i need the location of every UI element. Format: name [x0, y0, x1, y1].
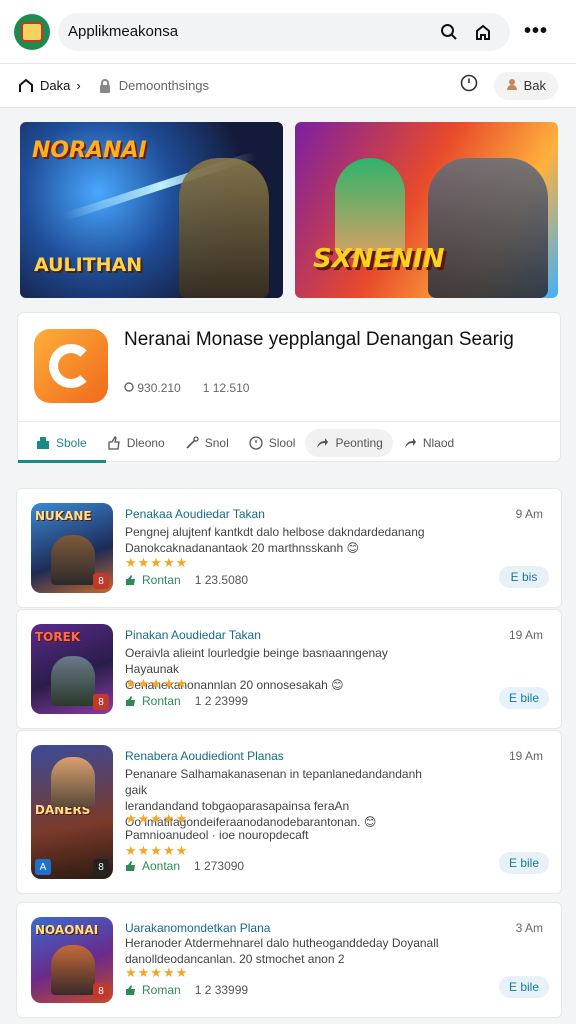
post-title[interactable]: Renabera Aoudiediont Planas	[125, 749, 284, 763]
app-badge-icon: A	[35, 859, 51, 875]
app-icon[interactable]	[34, 329, 108, 403]
breadcrumb-bar: Daka › Demoonthsings Bak	[0, 64, 576, 108]
post-description: Pengnej alujtenf kantkdt dalo helbose da…	[125, 525, 425, 555]
app-tabs: Sbole Dleono Snol Slool Peonting Nlaod	[18, 421, 560, 463]
tab-sbole[interactable]: Sbole	[26, 429, 97, 457]
share-icon	[317, 437, 329, 448]
post-time: 19 Am	[508, 628, 543, 642]
banner-2-title: SXNENIN	[313, 244, 445, 274]
tab-peonting[interactable]: Peonting	[305, 428, 393, 457]
list-item[interactable]: TOREK 8 Pinakan Aoudiedar Takan 19 Am Oe…	[16, 609, 562, 729]
list-item[interactable]: DANERS A 8 Renabera Aoudiediont Planas 1…	[16, 730, 562, 894]
like-icon	[126, 985, 135, 995]
banner-1[interactable]: NORANAI AULITHAN	[20, 122, 283, 298]
banner-carousel: NORANAI AULITHAN SXNENIN	[20, 122, 558, 298]
breadcrumb-home[interactable]: Daka ›	[18, 78, 81, 94]
app-logo[interactable]	[14, 13, 50, 50]
star-rating: ★★★★★	[125, 965, 189, 980]
badge-icon: 8	[93, 694, 109, 710]
more-icon[interactable]: •••	[524, 20, 548, 43]
status-label: Roman	[125, 983, 181, 997]
post-extra: Pamnioanudeol · ioe nouropdecaft	[125, 828, 309, 842]
user-icon	[506, 78, 518, 93]
post-action-button[interactable]: E bile	[499, 976, 549, 998]
search-icon[interactable]	[432, 15, 466, 49]
post-title[interactable]: Pinakan Aoudiedar Takan	[125, 628, 261, 642]
post-meta: Roman 1 2 33999	[125, 983, 248, 997]
post-action-button[interactable]: E bis	[499, 566, 549, 588]
breadcrumb-home-label: Daka	[40, 78, 71, 93]
post-time: 3 Am	[515, 921, 543, 935]
post-title[interactable]: Penakaa Aoudiedar Takan	[125, 507, 265, 521]
post-meta: Rontan 1 23.5080	[125, 573, 248, 587]
post-time: 19 Am	[508, 749, 543, 763]
post-meta: Aontan 1 273090	[125, 859, 244, 873]
banner-2[interactable]: SXNENIN	[295, 122, 558, 298]
post-count: 1 2 23999	[194, 694, 249, 708]
share-icon	[404, 437, 416, 448]
app-meta-count: 1 12.510	[202, 381, 250, 395]
status-label: Aontan	[125, 859, 180, 873]
post-count: 1 23.5080	[194, 573, 249, 587]
status-label: Rontan	[125, 573, 181, 587]
clock-icon	[124, 382, 134, 392]
star-rating-secondary: ★★★★★	[125, 843, 189, 858]
armored-figure	[428, 158, 548, 298]
badge-icon: 8	[93, 983, 109, 999]
breadcrumb-separator: ›	[76, 78, 81, 93]
star-rating: ★★★★★	[125, 555, 189, 570]
badge-icon: 8	[93, 573, 109, 589]
tab-nlaod[interactable]: Nlaod	[393, 429, 464, 457]
banner-1-title-top: NORANAI	[32, 138, 147, 163]
like-icon	[126, 861, 135, 871]
top-bar: Applikmeakonsa •••	[0, 0, 576, 64]
post-meta: Rontan 1 2 23999	[125, 694, 248, 708]
user-pill-label: Bak	[523, 78, 546, 93]
tab-slool[interactable]: Slool	[239, 429, 306, 457]
app-meta: 930.210 1 12.510	[124, 381, 249, 395]
post-thumbnail[interactable]: NUKANE 8	[31, 503, 113, 593]
post-action-button[interactable]: E bile	[499, 687, 549, 709]
tools-icon	[186, 435, 199, 449]
app-name: Neranai Monase yepplangal Denangan Seari…	[124, 329, 514, 350]
home-icon[interactable]	[466, 15, 500, 49]
app-info-card: Neranai Monase yepplangal Denangan Seari…	[17, 312, 561, 463]
star-rating: ★★★★★	[125, 811, 189, 826]
post-description: Heranoder Atdermehnarel dalo hutheogandd…	[125, 936, 439, 966]
hero-figure	[335, 158, 405, 258]
clock-icon	[249, 435, 263, 450]
soldier-figure	[179, 158, 269, 298]
app-meta-rating: 930.210	[124, 381, 181, 395]
home-icon	[19, 78, 33, 92]
like-icon	[126, 696, 135, 706]
user-pill[interactable]: Bak	[493, 71, 558, 100]
breadcrumb-lock-label: Demoonthsings	[118, 78, 210, 93]
post-title[interactable]: Uarakanomondetkan Plana	[125, 921, 270, 935]
post-time: 9 Am	[515, 507, 543, 521]
tab-snol[interactable]: Snol	[175, 429, 239, 457]
banner-1-title-bottom: AULITHAN	[34, 254, 143, 276]
star-rating: ★★★★★	[125, 676, 189, 691]
list-item[interactable]: NUKANE 8 Penakaa Aoudiedar Takan 9 Am Pe…	[16, 488, 562, 608]
like-icon	[108, 435, 120, 450]
tab-dleono[interactable]: Dleono	[97, 429, 175, 457]
app-icon	[37, 436, 49, 449]
post-thumbnail[interactable]: NOAONAI 8	[31, 917, 113, 1003]
status-label: Rontan	[125, 694, 181, 708]
active-tab-indicator	[18, 460, 106, 463]
post-thumbnail[interactable]: DANERS A 8	[31, 745, 113, 879]
post-count: 1 2 33999	[194, 983, 249, 997]
clock-icon[interactable]	[460, 74, 478, 97]
post-count: 1 273090	[194, 859, 245, 873]
title-search-bar[interactable]: Applikmeakonsa	[58, 12, 510, 51]
post-thumbnail[interactable]: TOREK 8	[31, 624, 113, 714]
list-item[interactable]: NOAONAI 8 Uarakanomondetkan Plana 3 Am H…	[16, 902, 562, 1018]
app-title: Applikmeakonsa	[68, 23, 179, 40]
breadcrumb-lock[interactable]: Demoonthsings	[99, 78, 209, 93]
like-icon	[126, 575, 135, 585]
post-action-button[interactable]: E bile	[499, 852, 549, 874]
lock-icon	[99, 78, 110, 93]
badge-icon: 8	[93, 859, 109, 875]
